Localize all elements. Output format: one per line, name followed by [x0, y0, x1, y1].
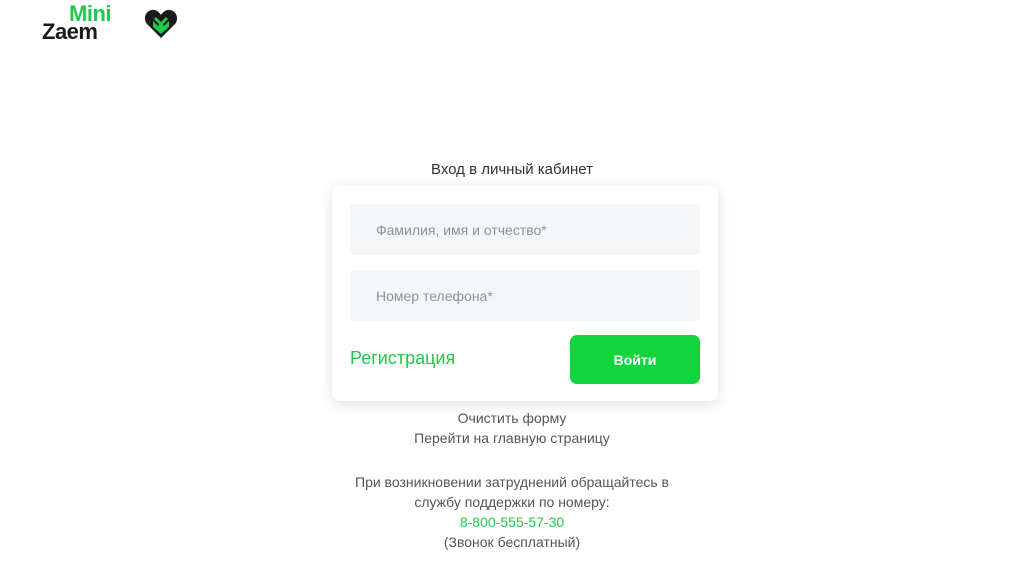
support-text-line1: При возникновении затруднений обращайтес…: [355, 474, 669, 490]
login-title: Вход в личный кабинет: [431, 161, 593, 178]
login-page: Mini Zaem Вход в личный кабинет Регистра…: [0, 0, 1024, 579]
support-text-line2: службу поддержки по номеру:: [414, 494, 610, 510]
fio-input[interactable]: [350, 204, 700, 255]
logo-heart-icon: [144, 9, 178, 38]
clear-form-link[interactable]: Очистить форму: [0, 410, 1024, 426]
support-info: При возникновении затруднений обращайтес…: [0, 472, 1024, 552]
support-phone-link[interactable]: 8-800-555-57-30: [0, 512, 1024, 532]
phone-input[interactable]: [350, 270, 700, 321]
logo[interactable]: Mini Zaem: [42, 3, 182, 44]
register-link[interactable]: Регистрация: [350, 348, 455, 369]
login-button[interactable]: Войти: [570, 335, 700, 384]
home-page-link[interactable]: Перейти на главную страницу: [0, 430, 1024, 446]
support-call-note: (Звонок бесплатный): [443, 534, 581, 550]
logo-zaem-text: Zaem: [42, 19, 98, 44]
login-form: Регистрация Войти: [332, 186, 718, 401]
